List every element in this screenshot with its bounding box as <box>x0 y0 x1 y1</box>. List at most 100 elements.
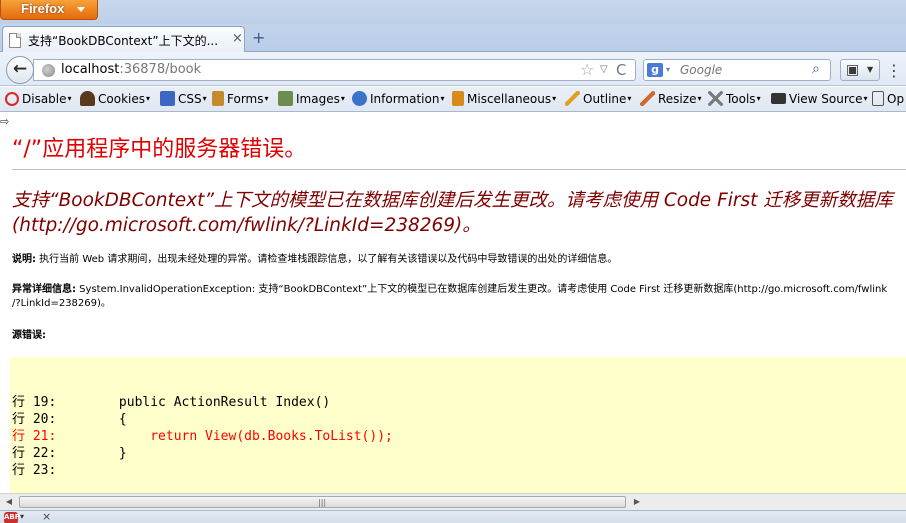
devbar-item-images[interactable]: Images▾ <box>278 91 345 109</box>
chevron-down-icon <box>77 7 85 12</box>
url-port-path: :36878/book <box>119 62 202 77</box>
css-icon <box>160 91 175 106</box>
source-error-label: 源错误: <box>12 330 46 341</box>
bookmark-star-icon[interactable]: ☆ <box>580 60 594 79</box>
images-icon <box>278 91 293 106</box>
search-bar[interactable]: g ▾ ⌕ <box>643 59 831 81</box>
devbar-item-label: Cookies <box>98 92 145 106</box>
chevron-down-icon: ▾ <box>145 94 150 103</box>
devbar-item-disable[interactable]: Disable▾ <box>5 91 72 109</box>
devbar-item-view-source[interactable]: View Source▾ <box>771 91 868 109</box>
tab-strip: 支持“BookDBContext”上下文的... × + <box>0 24 906 53</box>
window-titlebar <box>0 0 906 24</box>
grip-icon: ||| <box>318 498 327 507</box>
cookies-icon <box>80 91 95 106</box>
devbar-item-label: View Source <box>789 92 863 106</box>
devbar-item-label: Information <box>370 92 440 106</box>
devbar-item-options[interactable]: Op <box>872 91 904 109</box>
chevron-down-icon: ▾ <box>440 94 445 103</box>
devbar-item-label: Outline <box>583 92 627 106</box>
view-source-icon <box>771 93 786 104</box>
chevron-down-icon: ▾ <box>697 94 702 103</box>
forms-icon <box>212 91 224 106</box>
devbar-item-information[interactable]: Information▾ <box>352 91 444 109</box>
devbar-item-label: Disable <box>22 92 67 106</box>
chevron-down-icon: ▼ <box>867 65 874 74</box>
devbar-item-miscellaneous[interactable]: Miscellaneous▾ <box>452 91 556 109</box>
cursor-arrow-icon: ⇨ <box>0 115 10 128</box>
history-dropdown-icon[interactable]: ▽ <box>600 64 608 75</box>
devbar-item-label: Op <box>887 92 905 106</box>
scroll-left-icon[interactable]: ◀ <box>2 496 16 508</box>
search-icon[interactable]: ⌕ <box>812 61 820 77</box>
description-text: 执行当前 Web 请求期间，出现未经处理的异常。请检查堆栈跟踪信息，以了解有关该… <box>36 254 618 265</box>
source-code-box: 行 19: public ActionResult Index() 行 20: … <box>10 357 906 493</box>
chevron-down-icon: ▾ <box>202 94 207 103</box>
firefox-menu-label: Firefox <box>21 1 65 16</box>
devbar-item-outline[interactable]: Outline▾ <box>565 91 631 109</box>
options-icon <box>872 91 884 106</box>
chevron-down-icon: ▾ <box>552 94 557 103</box>
web-developer-toolbar: Disable▾ Cookies▾ CSS▾ Forms▾ Images▾ In… <box>0 87 906 112</box>
devbar-item-tools[interactable]: Tools▾ <box>708 91 761 109</box>
chevron-down-icon: ▾ <box>863 94 868 103</box>
devbar-item-label: Forms <box>227 92 264 106</box>
error-description: 说明: 执行当前 Web 请求期间，出现未经处理的异常。请检查堆栈跟踪信息，以了… <box>12 253 617 267</box>
divider <box>12 169 906 170</box>
tab-title: 支持“BookDBContext”上下文的... <box>28 34 219 48</box>
bookmarks-icon: ▣ <box>846 62 860 78</box>
addon-bar: ABP ▾ × <box>0 510 906 523</box>
firefox-menu-button[interactable]: Firefox <box>0 0 98 20</box>
search-input[interactable] <box>680 63 810 77</box>
devbar-item-resize[interactable]: Resize▾ <box>640 91 701 109</box>
scrollbar-thumb[interactable]: ||| <box>19 496 626 508</box>
error-message: 支持“BookDBContext”上下文的模型已在数据库创建后发生更改。请考虑使… <box>12 190 893 236</box>
chevron-down-icon: ▾ <box>627 94 632 103</box>
code-line: 行 23: <box>12 463 57 478</box>
devbar-item-label: Images <box>296 92 340 106</box>
devbar-item-label: Miscellaneous <box>467 92 552 106</box>
miscellaneous-icon <box>452 91 464 106</box>
close-tab-icon[interactable]: × <box>232 31 243 46</box>
chevron-down-icon: ▾ <box>67 94 72 103</box>
exception-details: 异常详细信息: System.InvalidOperationException… <box>12 283 906 297</box>
devbar-item-cookies[interactable]: Cookies▾ <box>80 91 150 109</box>
devbar-item-label: Tools <box>726 92 756 106</box>
new-tab-button[interactable]: + <box>252 28 265 47</box>
adblock-icon[interactable]: ABP <box>4 512 20 523</box>
error-heading: “/”应用程序中的服务器错误。 <box>12 137 307 162</box>
globe-icon <box>42 64 55 77</box>
devbar-item-label: Resize <box>658 92 697 106</box>
devbar-item-forms[interactable]: Forms▾ <box>212 91 269 109</box>
description-label: 说明: <box>12 254 36 265</box>
chevron-down-icon: ▾ <box>264 94 269 103</box>
exception-label: 异常详细信息: <box>12 284 76 295</box>
devbar-item-css[interactable]: CSS▾ <box>160 91 207 109</box>
resize-icon <box>640 91 655 106</box>
engine-dropdown-icon[interactable]: ▾ <box>666 65 670 74</box>
bookmarks-menu-button[interactable]: ▣ ▼ <box>840 59 880 81</box>
url-text[interactable]: localhost:36878/book <box>61 62 201 77</box>
overflow-menu-icon[interactable]: ⋮ <box>886 61 906 81</box>
chevron-down-icon: ▾ <box>756 94 761 103</box>
disable-icon <box>5 92 19 106</box>
scroll-right-icon[interactable]: ▶ <box>630 496 644 508</box>
google-engine-icon[interactable]: g <box>647 63 663 77</box>
back-button[interactable]: ← <box>6 56 34 84</box>
page-content: ⇨ “/”应用程序中的服务器错误。 支持“BookDBContext”上下文的模… <box>0 113 906 493</box>
information-icon <box>352 91 367 106</box>
tools-icon <box>708 91 723 106</box>
chevron-down-icon[interactable]: ▾ <box>20 512 24 521</box>
page-icon <box>9 33 21 48</box>
url-bar[interactable]: localhost:36878/book ☆ ▽ C <box>33 59 636 81</box>
exception-text: System.InvalidOperationException: 支持“Boo… <box>76 284 888 295</box>
horizontal-scrollbar[interactable]: ◀ ||| ▶ <box>0 493 906 510</box>
chevron-down-icon: ▾ <box>340 94 345 103</box>
close-icon[interactable]: × <box>42 510 51 523</box>
tab-active[interactable]: 支持“BookDBContext”上下文的... × <box>2 26 245 53</box>
outline-icon <box>565 91 580 106</box>
devbar-item-label: CSS <box>178 92 202 106</box>
exception-details-continued: /?LinkId=238269)。 <box>12 298 111 309</box>
url-host: localhost <box>61 62 120 77</box>
reload-icon[interactable]: C <box>616 61 626 79</box>
